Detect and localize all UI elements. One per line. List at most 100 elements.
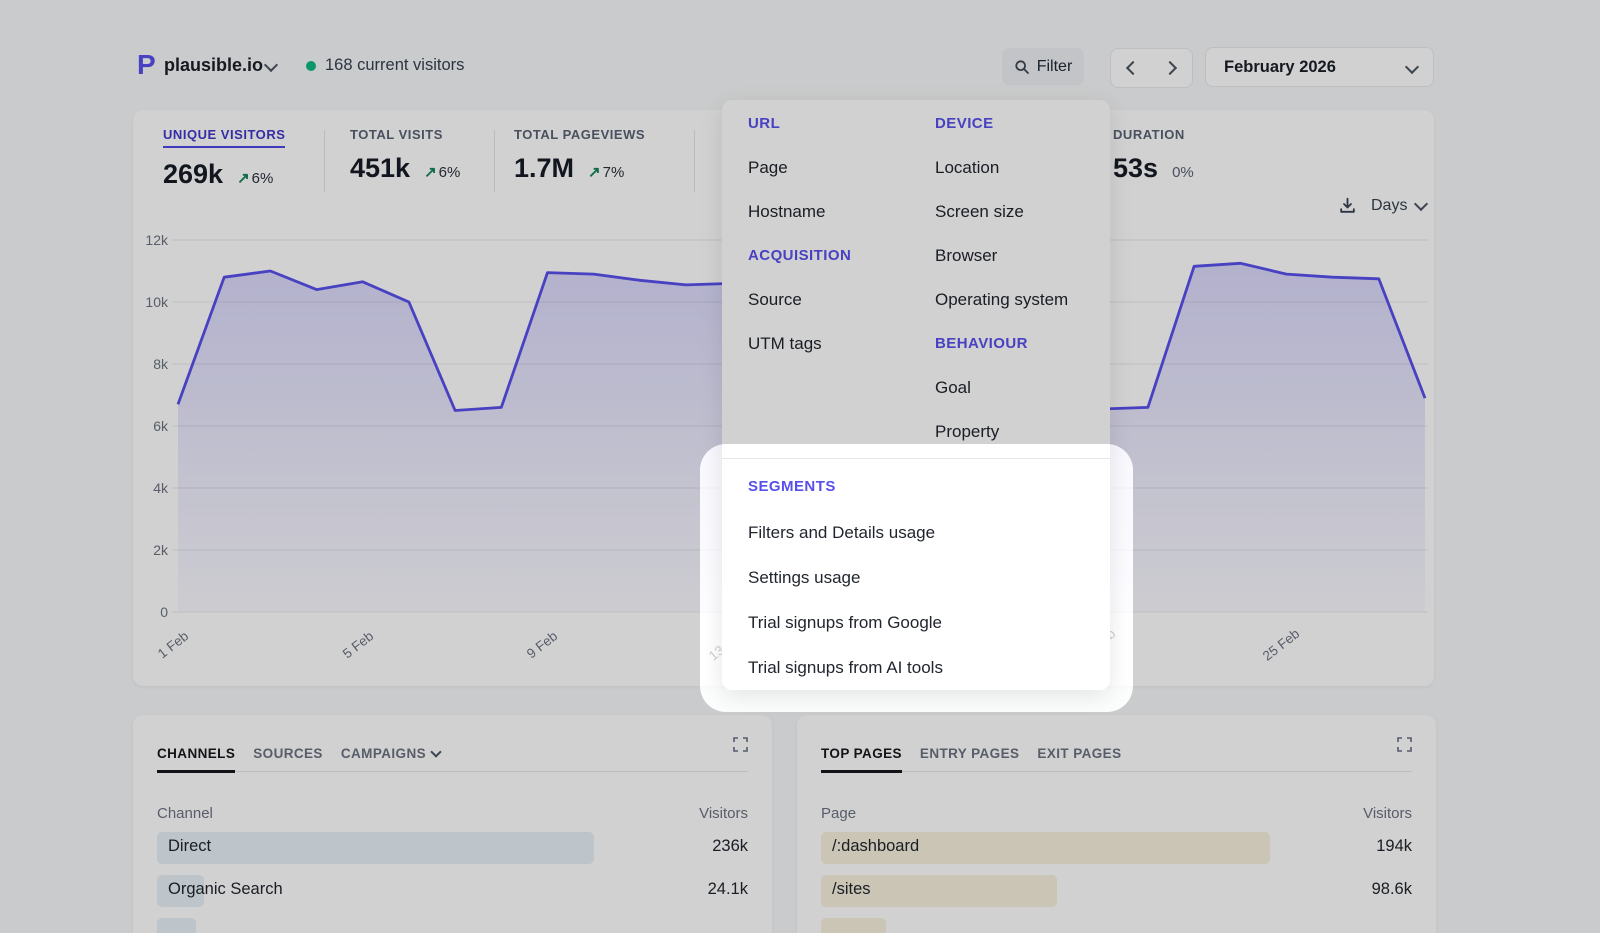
table-row[interactable]: Direct 236k: [157, 829, 748, 872]
stat-delta: ↗6%: [237, 169, 273, 187]
col-visitors: Visitors: [1363, 805, 1412, 822]
pages-table: /:dashboard194k/sites 98.6k: [821, 829, 1412, 933]
pages-table-header: Page Visitors: [821, 805, 1412, 822]
segment-item[interactable]: Filters and Details usage: [748, 510, 1084, 555]
segment-item[interactable]: Trial signups from Google: [748, 600, 1084, 645]
stat-value: 53s: [1113, 153, 1158, 184]
filter-menu-column: URLPageHostnameACQUISITIONSourceUTM tags: [748, 102, 935, 454]
table-row[interactable]: /sites 98.6k: [821, 872, 1412, 915]
stat-total-visits[interactable]: TOTAL VISITS 451k ↗6%: [350, 127, 460, 184]
stat-unique-visitors[interactable]: UNIQUE VISITORS 269k ↗6%: [163, 127, 285, 190]
filter-menu-item[interactable]: Location: [935, 146, 1068, 190]
stat-divider: [694, 130, 695, 192]
site-name[interactable]: plausible.io: [164, 55, 263, 76]
prev-period-button[interactable]: [1112, 50, 1150, 86]
col-channel: Channel: [157, 805, 213, 822]
stat-delta: ↗7%: [588, 163, 624, 181]
period-select[interactable]: February 2026: [1205, 47, 1434, 87]
channels-panel: CHANNELS SOURCES CAMPAIGNS Channel Visit…: [133, 715, 772, 933]
col-page: Page: [821, 805, 856, 822]
trend-up-icon: ↗: [588, 164, 601, 181]
menu-divider: [722, 458, 1110, 459]
filter-menu-item[interactable]: Operating system: [935, 278, 1068, 322]
stat-total-pageviews[interactable]: TOTAL PAGEVIEWS 1.7M ↗7%: [514, 127, 645, 184]
filter-menu-item[interactable]: Browser: [935, 234, 1068, 278]
row-label: Organic Search: [168, 880, 283, 899]
row-bar: [157, 918, 196, 933]
table-row-partial: [821, 915, 1412, 933]
col-visitors: Visitors: [699, 805, 748, 822]
filter-menu-item[interactable]: Goal: [935, 366, 1068, 410]
tab-exit-pages[interactable]: EXIT PAGES: [1037, 735, 1121, 771]
stat-label: TOTAL VISITS: [350, 127, 460, 142]
stat-delta: 0%: [1172, 164, 1194, 181]
filter-button-label: Filter: [1037, 58, 1073, 76]
segment-item[interactable]: Settings usage: [748, 555, 1084, 600]
filter-group-heading: ACQUISITION: [748, 234, 935, 278]
plausible-logo-icon: P: [137, 50, 156, 80]
tab-campaigns[interactable]: CAMPAIGNS: [341, 735, 440, 771]
interval-chevron-icon: [1414, 197, 1428, 211]
filter-menu-item[interactable]: Hostname: [748, 190, 935, 234]
period-label: February 2026: [1224, 58, 1336, 77]
row-value: 98.6k: [1372, 880, 1412, 899]
tab-entry-pages[interactable]: ENTRY PAGES: [920, 735, 1019, 771]
expand-icon[interactable]: [733, 737, 748, 752]
table-row[interactable]: /:dashboard194k: [821, 829, 1412, 872]
interval-label: Days: [1371, 197, 1407, 215]
row-label: Direct: [168, 837, 211, 856]
row-label: /sites: [832, 880, 871, 899]
segment-item[interactable]: Trial signups from AI tools: [748, 645, 1084, 690]
next-period-button[interactable]: [1153, 50, 1191, 86]
trend-up-icon: ↗: [424, 164, 437, 181]
plausible-dashboard: P plausible.io 168 current visitors Filt…: [0, 0, 1600, 933]
filter-group-heading: URL: [748, 102, 935, 146]
filter-menu: URLPageHostnameACQUISITIONSourceUTM tags…: [722, 100, 1110, 690]
filter-menu-item[interactable]: Property: [935, 410, 1068, 454]
live-dot-icon: [306, 61, 316, 71]
filter-menu-item[interactable]: Screen size: [935, 190, 1068, 234]
row-value: 24.1k: [708, 880, 748, 899]
channels-tabs: CHANNELS SOURCES CAMPAIGNS: [157, 735, 748, 772]
table-row[interactable]: Organic Search 24.1k: [157, 872, 748, 915]
interval-control: Days: [1338, 196, 1426, 215]
filter-menu-item[interactable]: Page: [748, 146, 935, 190]
row-label: /:dashboard: [832, 837, 919, 856]
tab-channels[interactable]: CHANNELS: [157, 735, 235, 771]
filter-menu-item[interactable]: Source: [748, 278, 935, 322]
stat-duration[interactable]: DURATION 53s 0%: [1113, 127, 1194, 184]
row-bar: [821, 918, 886, 933]
tab-top-pages[interactable]: TOP PAGES: [821, 735, 902, 771]
trend-up-icon: ↗: [237, 170, 250, 187]
stat-label: UNIQUE VISITORS: [163, 127, 285, 148]
stat-divider: [494, 130, 495, 192]
filter-group-heading: BEHAVIOUR: [935, 322, 1068, 366]
pages-panel: TOP PAGES ENTRY PAGES EXIT PAGES Page Vi…: [797, 715, 1436, 933]
stat-label: TOTAL PAGEVIEWS: [514, 127, 645, 142]
stat-value: 451k: [350, 153, 410, 184]
row-value: 236k: [712, 837, 748, 856]
channels-table-header: Channel Visitors: [157, 805, 748, 822]
period-pager: [1110, 48, 1193, 88]
period-chevron-icon: [1405, 60, 1419, 74]
search-icon: [1014, 59, 1030, 75]
filter-menu-item[interactable]: UTM tags: [748, 322, 935, 366]
table-row-partial: [157, 915, 748, 933]
filter-menu-column: DEVICELocationScreen sizeBrowserOperatin…: [935, 102, 1068, 454]
site-switcher-chevron-icon[interactable]: [264, 58, 278, 72]
pages-tabs: TOP PAGES ENTRY PAGES EXIT PAGES: [821, 735, 1412, 772]
stat-label: DURATION: [1113, 127, 1194, 142]
expand-icon[interactable]: [1397, 737, 1412, 752]
filter-group-heading: DEVICE: [935, 102, 1068, 146]
channels-table: Direct 236k Organic Search 24.1k: [157, 829, 748, 933]
stat-value: 269k: [163, 159, 223, 190]
current-visitors[interactable]: 168 current visitors: [325, 56, 464, 75]
stat-delta: ↗6%: [424, 163, 460, 181]
row-bar: [157, 832, 594, 864]
interval-select[interactable]: Days: [1371, 197, 1426, 215]
download-icon[interactable]: [1338, 196, 1357, 215]
filter-button[interactable]: Filter: [1002, 48, 1084, 85]
stat-divider: [324, 130, 325, 192]
tab-sources[interactable]: SOURCES: [253, 735, 323, 771]
stat-value: 1.7M: [514, 153, 574, 184]
